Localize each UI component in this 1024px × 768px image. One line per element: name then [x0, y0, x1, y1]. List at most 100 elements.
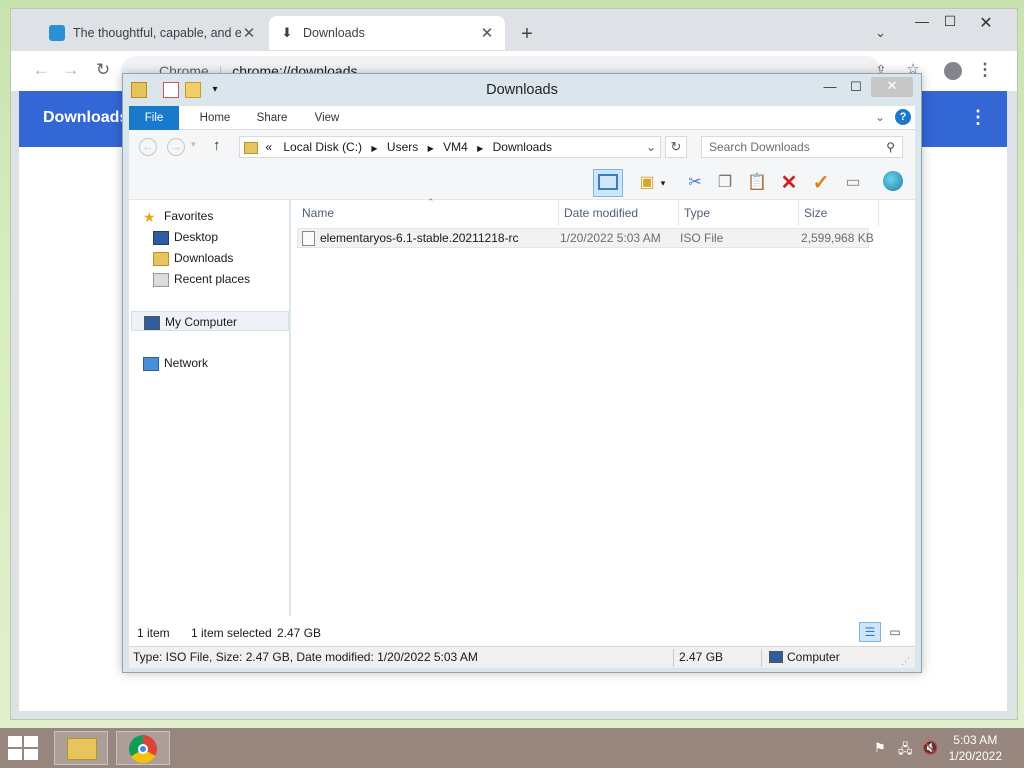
crumb-users[interactable]: Users [387, 140, 418, 154]
nav-label: Favorites [164, 209, 214, 223]
file-explorer-taskbar-button[interactable] [54, 731, 108, 765]
nav-my-computer[interactable]: My Computer [131, 311, 289, 331]
navigation-pane: ★ Favorites Desktop Downloads Recent plac… [129, 200, 289, 616]
properties-icon[interactable]: ▭ [841, 171, 865, 195]
address-bar-row: ← → ▾ ↑ « Local Disk (C:) ▶ Users ▶ VM4 … [129, 130, 915, 166]
nav-label: Downloads [174, 251, 234, 265]
network-tray-icon[interactable]: 🖧 [898, 740, 913, 762]
column-size[interactable]: Size [799, 200, 879, 226]
details-size: 2.47 GB [679, 650, 724, 664]
crumb-local-disk[interactable]: Local Disk (C:) [283, 140, 362, 154]
divider [673, 649, 674, 667]
tab-downloads[interactable]: ⬇ Downloads ✕ [269, 16, 505, 50]
details-location: Computer [787, 650, 840, 664]
computer-icon [144, 315, 160, 330]
file-list-pane: Name ⌃ Date modified Type Size elementar… [291, 197, 915, 616]
profile-avatar-icon[interactable] [941, 59, 965, 83]
tab-view[interactable]: View [305, 106, 349, 130]
large-icons-view-icon[interactable]: ▭ [885, 622, 905, 642]
clock-date: 1/20/2022 [948, 749, 1002, 763]
close-button[interactable]: ✕ [871, 77, 913, 97]
new-tab-button[interactable]: + [515, 23, 539, 47]
forward-arrow-icon[interactable]: → [167, 138, 185, 156]
details-view-icon[interactable]: ☰ [859, 622, 881, 642]
nav-label: Desktop [174, 230, 219, 244]
column-type[interactable]: Type [679, 200, 799, 226]
menu-kebab-icon[interactable]: ⋮ [973, 59, 997, 83]
windows-start-icon[interactable] [8, 736, 38, 760]
maximize-button[interactable]: ☐ [843, 78, 869, 96]
globe-icon[interactable] [881, 171, 905, 195]
move-to-icon[interactable]: ▣ [635, 171, 659, 195]
desktop-icon [153, 230, 169, 245]
cut-icon[interactable]: ✂ [683, 171, 707, 195]
nav-downloads[interactable]: Downloads [153, 248, 311, 268]
help-icon[interactable]: ? [895, 109, 911, 125]
folder-icon [244, 141, 258, 154]
iso-file-icon [302, 231, 315, 246]
nav-network[interactable]: Network [143, 353, 301, 373]
crumb-downloads[interactable]: Downloads [493, 140, 552, 154]
file-details: Type: ISO File, Size: 2.47 GB, Date modi… [133, 650, 478, 664]
close-tab-icon[interactable]: ✕ [241, 24, 257, 42]
crumb-vm4[interactable]: VM4 [443, 140, 468, 154]
paste-icon[interactable]: 📋 [745, 171, 769, 195]
file-row[interactable]: elementaryos-6.1-stable.20211218-rc 1/20… [297, 228, 874, 248]
search-placeholder: Search Downloads [709, 140, 810, 154]
chrome-taskbar-button[interactable] [116, 731, 170, 765]
item-count: 1 item [137, 626, 170, 640]
network-icon [143, 356, 159, 371]
nav-recent-places[interactable]: Recent places [153, 269, 311, 289]
minimize-button[interactable]: — [911, 13, 933, 33]
maximize-button[interactable]: ☐ [939, 13, 961, 33]
ribbon-expand-chevron-icon[interactable]: ⌄ [875, 110, 885, 124]
overflow-crumb[interactable]: « [265, 140, 272, 154]
reload-icon[interactable]: ↻ [91, 59, 115, 83]
action-center-flag-icon[interactable]: ⚑ [874, 740, 886, 756]
command-bar: ▣ ▾ ✂ ❐ 📋 ✕ ✓ ▭ [129, 166, 915, 200]
tab-search-chevron-icon[interactable]: ⌄ [875, 25, 886, 41]
nav-desktop[interactable]: Desktop [153, 227, 311, 247]
tab-label: Downloads [303, 26, 365, 40]
more-actions-icon[interactable]: ⋮ [969, 107, 987, 128]
file-type: ISO File [680, 231, 724, 245]
details-status-bar: Type: ISO File, Size: 2.47 GB, Date modi… [129, 646, 915, 668]
taskbar: ⚑ 🖧 🔇 5:03 AM 1/20/2022 [0, 728, 1024, 768]
selected-count: 1 item selected [191, 626, 272, 640]
computer-icon [769, 651, 783, 663]
close-tab-icon[interactable]: ✕ [479, 24, 495, 42]
preview-pane-icon[interactable] [593, 169, 623, 197]
clock[interactable]: 5:03 AM 1/20/2022 [949, 732, 1002, 764]
address-box[interactable]: « Local Disk (C:) ▶ Users ▶ VM4 ▶ Downlo… [239, 136, 661, 158]
minimize-button[interactable]: — [817, 78, 843, 96]
ribbon-tabs: File Home Share View ⌄ ? [129, 106, 915, 130]
volume-muted-icon[interactable]: 🔇 [922, 740, 938, 756]
window-title: Downloads [486, 82, 558, 98]
recent-chevron-icon[interactable]: ▾ [191, 139, 196, 150]
close-button[interactable]: ✕ [975, 13, 997, 33]
tab-share[interactable]: Share [247, 106, 297, 130]
resize-grip-icon[interactable]: ⋰ [901, 651, 910, 672]
sort-caret-icon: ⌃ [427, 197, 435, 207]
tab-thoughtful[interactable]: The thoughtful, capable, and eth ✕ [31, 16, 267, 50]
address-dropdown-icon[interactable]: ⌄ [646, 137, 656, 157]
download-icon: ⬇ [281, 25, 293, 40]
forward-arrow-icon[interactable]: → [59, 59, 83, 83]
rename-check-icon[interactable]: ✓ [809, 171, 833, 195]
search-input[interactable]: Search Downloads ⚲ [701, 136, 903, 158]
page-title: Downloads [43, 109, 129, 126]
nav-favorites[interactable]: ★ Favorites [143, 206, 301, 226]
tab-home[interactable]: Home [191, 106, 239, 130]
column-date-modified[interactable]: Date modified [559, 200, 679, 226]
tab-file[interactable]: File [129, 106, 179, 130]
explorer-titlebar: ▾ Downloads — ☐ ✕ [123, 74, 921, 104]
refresh-icon[interactable]: ↻ [665, 136, 687, 158]
back-arrow-icon[interactable]: ← [139, 138, 157, 156]
crumb-separator-icon: ▶ [477, 144, 484, 153]
delete-icon[interactable]: ✕ [777, 171, 801, 195]
copy-icon[interactable]: ❐ [713, 171, 737, 195]
move-to-chevron-icon[interactable]: ▾ [657, 171, 669, 195]
nav-label: Network [164, 356, 209, 370]
up-arrow-icon[interactable]: ↑ [213, 137, 221, 154]
back-arrow-icon[interactable]: ← [29, 59, 53, 83]
